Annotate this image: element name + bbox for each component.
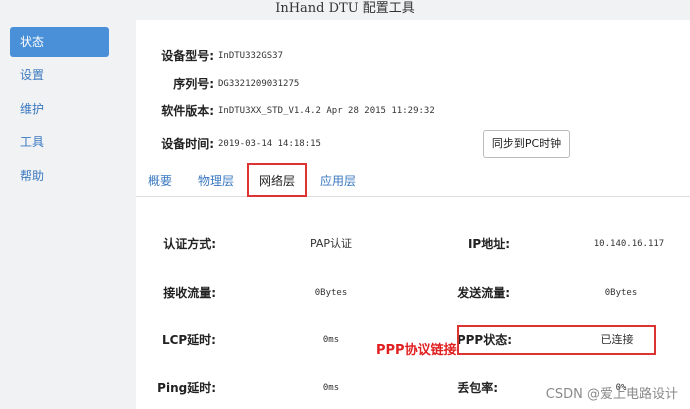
tab-physical-layer[interactable]: 物理层 xyxy=(194,169,238,193)
device-time-label: 设备时间: xyxy=(161,137,214,151)
ip-address-value: 10.140.16.117 xyxy=(593,239,665,249)
device-model-value: InDTU332GS37 xyxy=(218,51,284,61)
sidebar-item-tools[interactable]: 工具 xyxy=(10,127,109,157)
ping-delay-label: Ping延时: xyxy=(157,381,216,395)
serial-number-label: 序列号: xyxy=(173,77,214,91)
tx-traffic-value: 0Bytes xyxy=(604,288,638,298)
ip-address-label: IP地址: xyxy=(467,237,510,251)
device-time-value: 2019-03-14 14:18:15 xyxy=(218,139,321,149)
rx-traffic-value: 0Bytes xyxy=(314,288,348,298)
auth-method-label: 认证方式: xyxy=(163,237,216,251)
sync-pc-clock-button[interactable]: 同步到PC时钟 xyxy=(483,130,570,158)
tab-highlight-box xyxy=(247,163,307,197)
tab-summary[interactable]: 概要 xyxy=(144,169,176,193)
serial-number-value: DG3321209031275 xyxy=(218,79,300,89)
sidebar-item-maintenance[interactable]: 维护 xyxy=(10,94,109,124)
auth-method-value: PAP认证 xyxy=(309,237,353,250)
ping-delay-value: 0ms xyxy=(322,383,340,393)
tab-application-layer[interactable]: 应用层 xyxy=(316,169,360,193)
device-model-label: 设备型号: xyxy=(161,49,214,63)
packet-loss-label: 丢包率: xyxy=(457,381,498,395)
window-title: InHand DTU 配置工具 xyxy=(275,1,415,16)
lcp-delay-label: LCP延时: xyxy=(161,333,216,347)
tabs-divider xyxy=(136,196,690,197)
sidebar-item-settings[interactable]: 设置 xyxy=(10,60,109,90)
sidebar-item-status[interactable]: 状态 xyxy=(10,27,109,57)
ppp-status-highlight-box xyxy=(457,325,656,355)
firmware-version-label: 软件版本: xyxy=(161,104,214,118)
sidebar-item-help[interactable]: 帮助 xyxy=(10,161,109,191)
firmware-version-value: InDTU3XX_STD_V1.4.2 Apr 28 2015 11:29:32 xyxy=(218,106,435,116)
tx-traffic-label: 发送流量: xyxy=(457,286,510,300)
ppp-link-annotation: PPP协议链接 xyxy=(376,343,457,358)
sidebar: 状态 设置 维护 工具 帮助 xyxy=(0,20,118,409)
lcp-delay-value: 0ms xyxy=(322,335,340,345)
rx-traffic-label: 接收流量: xyxy=(163,286,216,300)
csdn-watermark: CSDN @爱上电路设计 xyxy=(545,387,678,402)
